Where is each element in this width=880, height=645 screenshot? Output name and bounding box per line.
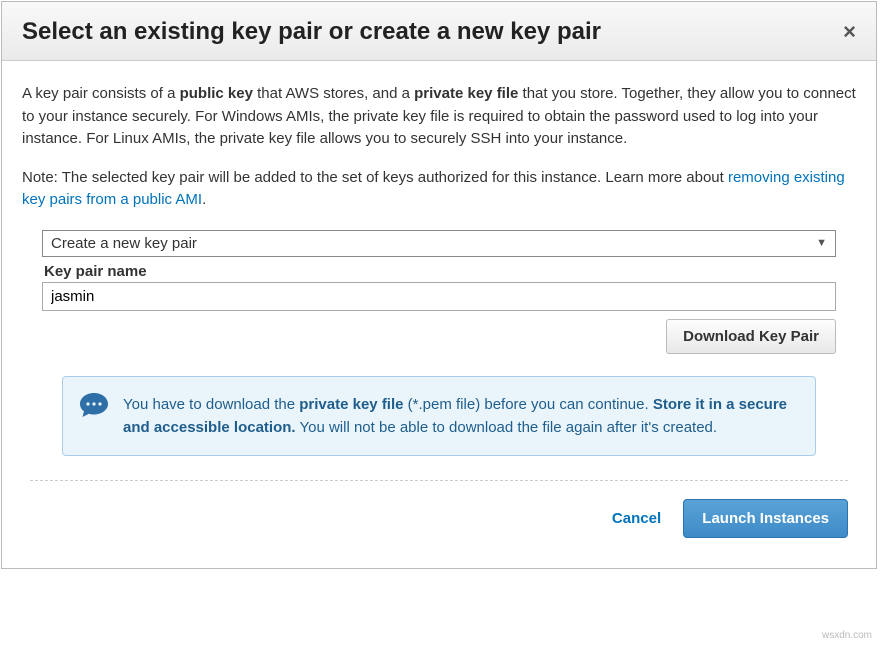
desc-bold1: public key [180,85,253,102]
description-paragraph: A key pair consists of a public key that… [22,83,856,151]
desc-bold2: private key file [414,85,518,102]
dialog-header: Select an existing key pair or create a … [2,2,876,61]
keypair-select[interactable]: Create a new key pair ▼ [42,230,836,257]
desc-part2: that AWS stores, and a [253,85,414,102]
dialog-footer: Cancel Launch Instances [22,499,856,548]
note-suffix: . [202,191,206,208]
form-area: Create a new key pair ▼ Key pair name Do… [42,230,836,457]
desc-part1: A key pair consists of a [22,85,180,102]
launch-instances-button[interactable]: Launch Instances [683,499,848,538]
select-value: Create a new key pair [51,235,816,252]
info-alert: You have to download the private key fil… [62,376,816,457]
download-row: Download Key Pair [42,319,836,354]
dialog-title: Select an existing key pair or create a … [22,18,601,46]
download-keypair-button[interactable]: Download Key Pair [666,319,836,354]
chevron-down-icon: ▼ [816,237,827,249]
note-prefix: Note: The selected key pair will be adde… [22,169,728,186]
note-paragraph: Note: The selected key pair will be adde… [22,167,856,212]
divider [30,480,848,481]
cancel-button[interactable]: Cancel [594,500,679,537]
chat-info-icon [77,391,111,419]
close-icon[interactable]: × [833,21,856,43]
keypair-dialog: Select an existing key pair or create a … [1,1,877,569]
info-part3: You will not be able to download the fil… [296,419,717,436]
info-bold1: private key file [299,396,403,413]
info-part1: You have to download the [123,396,299,413]
keypair-name-input[interactable] [42,282,836,311]
keypair-name-label: Key pair name [44,263,836,280]
info-part2: (*.pem file) before you can continue. [404,396,653,413]
watermark: wsxdn.com [822,630,872,641]
dialog-body: A key pair consists of a public key that… [2,61,876,568]
